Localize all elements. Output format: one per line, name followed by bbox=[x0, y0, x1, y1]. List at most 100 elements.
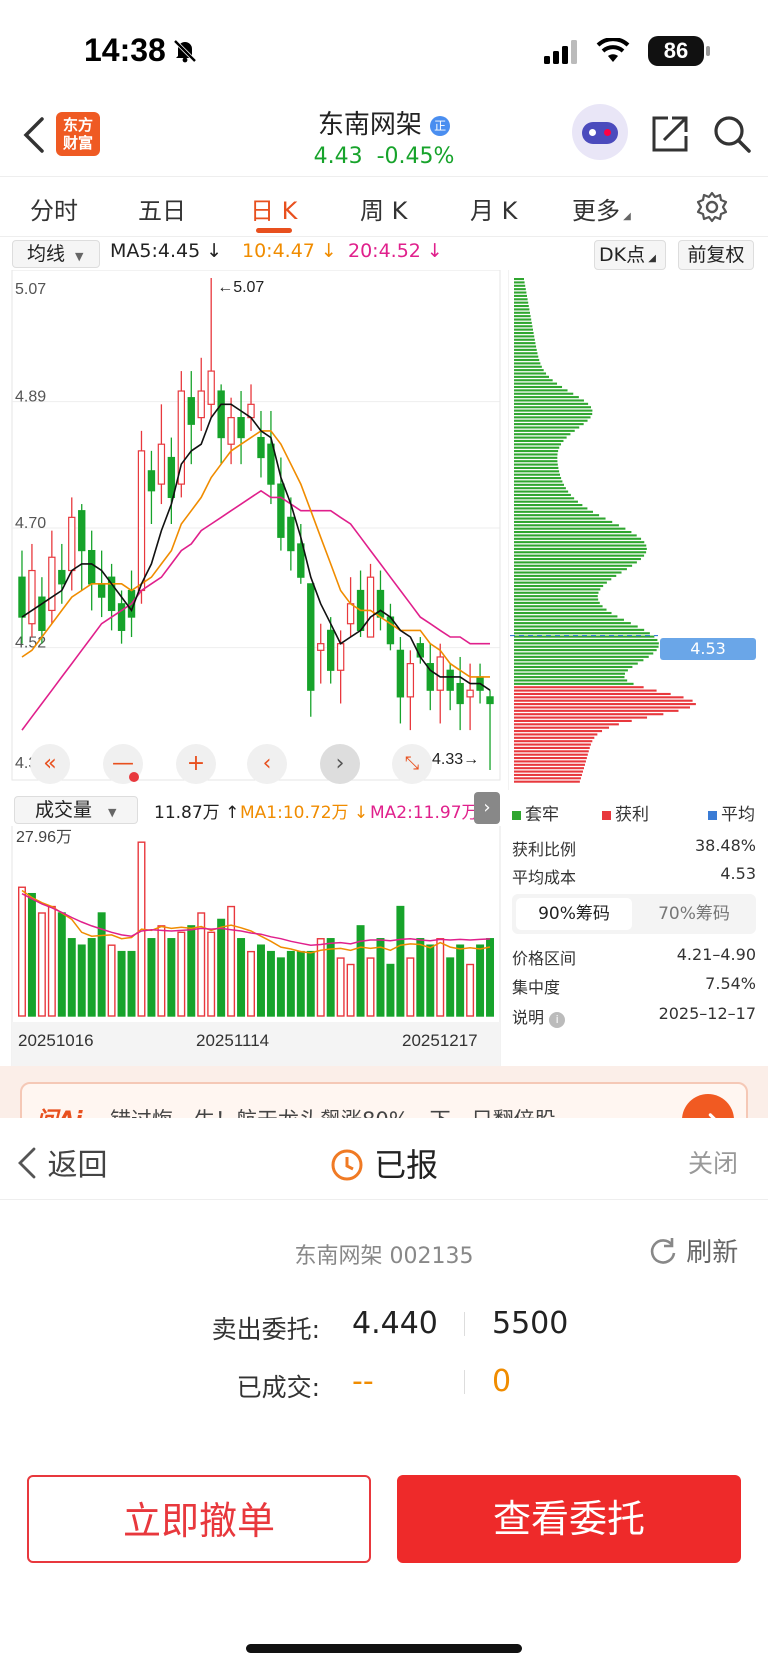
silent-bell-icon bbox=[173, 39, 197, 63]
candle-body bbox=[436, 656, 444, 691]
tab-90-chip[interactable]: 90%筹码 bbox=[516, 898, 632, 930]
chip-bar bbox=[514, 571, 622, 574]
candle-body bbox=[157, 443, 166, 485]
search-icon[interactable] bbox=[712, 114, 752, 154]
chip-bar bbox=[514, 676, 625, 679]
chip-percent-tabs: 90%筹码 70%筹码 bbox=[512, 894, 756, 934]
volume-bar bbox=[396, 905, 405, 1017]
battery-indicator: 86 bbox=[648, 36, 704, 66]
price-range-value: 4.21–4.90 bbox=[676, 945, 756, 964]
y-tick-label: 5.07 bbox=[15, 281, 46, 298]
candle-body bbox=[68, 516, 76, 572]
sheet-header: 返回 已报 关闭 bbox=[0, 1118, 768, 1200]
tab-weekly-k[interactable]: 周 K bbox=[360, 191, 407, 226]
chip-bar bbox=[514, 304, 529, 308]
kline-chart[interactable]: 5.074.894.704.524.33←5.074.33→ bbox=[0, 270, 508, 790]
cancel-order-button[interactable]: 立即撤单 bbox=[27, 1475, 371, 1563]
chip-bar bbox=[514, 531, 632, 534]
chip-bar bbox=[514, 342, 536, 345]
chip-bar bbox=[514, 726, 610, 729]
dk-point-button[interactable]: DK点 ◢ bbox=[594, 240, 666, 270]
tab-daily-k[interactable]: 日 K bbox=[250, 191, 297, 226]
candle-body bbox=[197, 390, 205, 419]
zoom-out-dot bbox=[129, 772, 139, 782]
view-orders-button[interactable]: 查看委托 bbox=[397, 1475, 741, 1563]
candle-body bbox=[366, 576, 375, 638]
chip-bar bbox=[514, 369, 544, 372]
volume-ma2-line bbox=[21, 893, 491, 946]
scroll-left-button[interactable]: ‹ bbox=[247, 744, 287, 784]
candle-body bbox=[257, 436, 265, 459]
chip-bar bbox=[514, 743, 591, 746]
chip-bar bbox=[514, 338, 535, 341]
chip-bar bbox=[514, 780, 580, 783]
chip-bar bbox=[514, 527, 626, 530]
tab-more[interactable]: 更多 ◢ bbox=[572, 191, 631, 226]
zoom-in-button[interactable]: + bbox=[176, 744, 216, 784]
indicator-selector[interactable]: 均线 ▼ bbox=[12, 240, 100, 268]
sheet-close-button[interactable]: 关闭 bbox=[688, 1144, 738, 1180]
chip-bar bbox=[514, 692, 671, 696]
share-icon[interactable] bbox=[650, 114, 690, 154]
chip-bar bbox=[514, 615, 618, 618]
adjustment-button[interactable]: 前复权 bbox=[678, 240, 754, 270]
chip-bar bbox=[514, 355, 539, 358]
stock-price: 4.43 bbox=[313, 144, 363, 169]
candle-body bbox=[117, 603, 126, 631]
robot-avatar[interactable] bbox=[572, 104, 628, 160]
chip-bar bbox=[514, 433, 571, 436]
chip-bar bbox=[514, 328, 534, 331]
chip-bar bbox=[514, 551, 647, 554]
chip-bar bbox=[514, 537, 642, 540]
filled-price: -- bbox=[352, 1364, 374, 1399]
volume-bar bbox=[256, 944, 265, 1017]
tab-intraday[interactable]: 分时 bbox=[30, 191, 78, 226]
chip-bar bbox=[514, 611, 612, 615]
explain-label[interactable]: 说明 i bbox=[512, 1004, 566, 1028]
scroll-right-button[interactable]: › bbox=[320, 744, 360, 784]
chip-bar bbox=[514, 392, 574, 395]
chip-bar bbox=[514, 605, 603, 608]
chip-bar bbox=[514, 547, 647, 550]
fullscreen-button[interactable]: ⤡ bbox=[392, 744, 432, 784]
chip-bar bbox=[514, 557, 641, 561]
status-bar: 14:38 86 bbox=[0, 0, 768, 100]
settings-gear-icon[interactable] bbox=[696, 191, 728, 223]
tab-monthly-k[interactable]: 月 K bbox=[470, 191, 517, 226]
chip-bar bbox=[514, 716, 648, 719]
chip-bar bbox=[514, 757, 587, 760]
chip-bar bbox=[514, 470, 560, 473]
refresh-button[interactable]: 刷新 bbox=[648, 1232, 738, 1269]
filled-label: 已成交: bbox=[236, 1373, 320, 1402]
chip-bar bbox=[514, 375, 550, 378]
chip-bar bbox=[514, 777, 581, 780]
volume-bar bbox=[157, 925, 166, 1017]
chip-bar bbox=[514, 308, 530, 311]
volume-bar bbox=[37, 912, 46, 1017]
chip-bar bbox=[514, 325, 533, 328]
expand-panel-button[interactable]: › bbox=[474, 792, 500, 824]
chip-bar bbox=[514, 514, 600, 517]
scroll-left-fast-button[interactable]: « bbox=[30, 744, 70, 784]
chip-bar bbox=[514, 389, 568, 392]
tab-five-day[interactable]: 五日 bbox=[138, 191, 186, 226]
candle-body bbox=[456, 682, 464, 705]
chip-bar bbox=[514, 477, 562, 480]
volume-bar bbox=[486, 938, 495, 1017]
volume-bar bbox=[346, 963, 355, 1017]
sheet-back-button[interactable]: 返回 bbox=[16, 1140, 108, 1184]
chip-bar bbox=[514, 770, 583, 773]
volume-bar bbox=[47, 905, 56, 1017]
chip-bar bbox=[514, 659, 644, 662]
chip-bar bbox=[514, 699, 693, 702]
sell-order-label: 卖出委托: bbox=[211, 1315, 320, 1344]
volume-chart[interactable]: 27.96万 20251016 20251114 20251217 bbox=[0, 826, 508, 1096]
price-range-label: 价格区间 bbox=[512, 949, 577, 968]
volume-bar bbox=[117, 950, 126, 1017]
filled-quantity: 0 bbox=[492, 1364, 512, 1399]
volume-bar bbox=[247, 950, 256, 1017]
volume-selector[interactable]: 成交量 ▼ bbox=[14, 796, 138, 824]
volume-bar bbox=[366, 957, 375, 1017]
tab-70-chip[interactable]: 70%筹码 bbox=[636, 898, 752, 930]
chip-bar bbox=[514, 379, 553, 382]
